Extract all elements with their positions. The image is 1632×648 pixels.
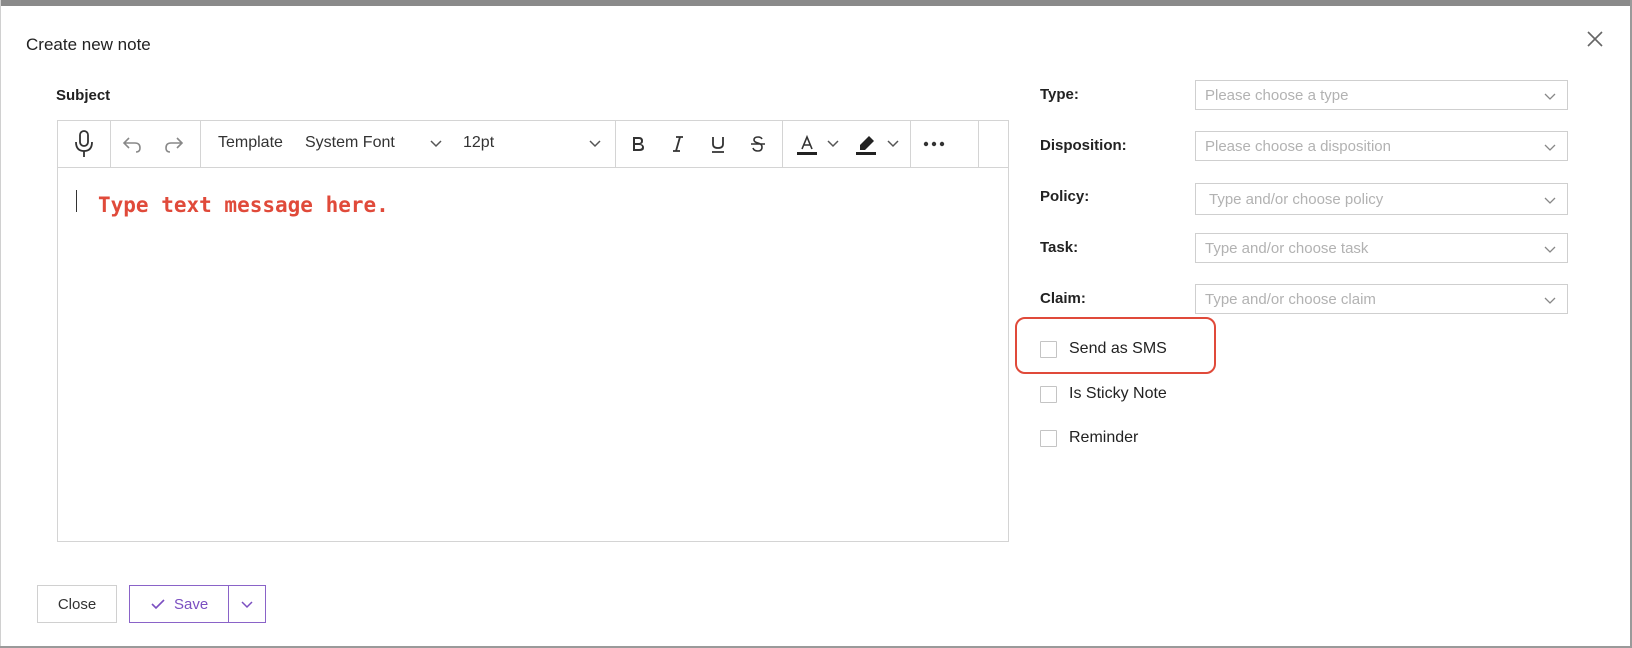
rich-text-editor: Template System Font 12pt Type text mess…: [57, 120, 1009, 542]
save-options-dropdown[interactable]: [229, 586, 265, 622]
task-select[interactable]: Type and/or choose task: [1195, 233, 1568, 263]
reminder-option[interactable]: Reminder: [1040, 429, 1138, 447]
toolbar-separator: [200, 121, 201, 167]
chevron-down-icon: [1544, 197, 1556, 204]
close-button[interactable]: Close: [37, 585, 117, 623]
undo-icon[interactable]: [118, 130, 146, 158]
strikethrough-icon[interactable]: [744, 130, 772, 158]
sticky-note-checkbox[interactable]: [1040, 385, 1057, 403]
save-button-label: Save: [174, 595, 209, 613]
toolbar-separator: [110, 121, 111, 167]
sticky-note-option[interactable]: Is Sticky Note: [1040, 385, 1167, 403]
template-menu[interactable]: Template: [218, 134, 283, 152]
policy-select[interactable]: Type and/or choose policy: [1195, 183, 1568, 215]
chevron-down-icon[interactable]: [429, 136, 443, 150]
chevron-down-icon: [1544, 297, 1556, 304]
save-button-group: Save: [129, 585, 266, 623]
reminder-label: Reminder: [1069, 429, 1139, 446]
chevron-down-icon: [1544, 144, 1556, 151]
toolbar-separator: [978, 121, 979, 167]
redo-icon[interactable]: [160, 130, 188, 158]
type-select[interactable]: Please choose a type: [1195, 80, 1568, 110]
claim-select-placeholder: Type and/or choose claim: [1205, 291, 1376, 308]
bold-icon[interactable]: [624, 130, 652, 158]
sticky-note-label: Is Sticky Note: [1069, 385, 1167, 402]
chevron-down-icon: [1544, 246, 1556, 253]
claim-label: Claim:: [1040, 290, 1086, 307]
send-as-sms-label: Send as SMS: [1069, 340, 1167, 357]
toolbar-separator: [910, 121, 911, 167]
policy-label: Policy:: [1040, 188, 1090, 205]
chevron-down-icon[interactable]: [826, 136, 840, 150]
disposition-select[interactable]: Please choose a disposition: [1195, 131, 1568, 161]
text-cursor: [76, 190, 77, 212]
font-family-select[interactable]: System Font: [305, 134, 395, 152]
save-button[interactable]: Save: [130, 586, 230, 622]
policy-select-placeholder: Type and/or choose policy: [1209, 191, 1384, 208]
font-size-select[interactable]: 12pt: [463, 134, 494, 152]
highlight-color-icon[interactable]: [851, 130, 881, 160]
chevron-down-icon[interactable]: [886, 136, 900, 150]
send-as-sms-option[interactable]: Send as SMS: [1040, 340, 1167, 358]
check-icon: [151, 599, 165, 610]
claim-select[interactable]: Type and/or choose claim: [1195, 284, 1568, 314]
font-color-icon[interactable]: [792, 130, 822, 160]
type-select-placeholder: Please choose a type: [1205, 87, 1349, 104]
reminder-checkbox[interactable]: [1040, 429, 1057, 447]
editor-content-area[interactable]: Type text message here.: [58, 168, 1008, 541]
message-placeholder: Type text message here.: [98, 193, 389, 217]
toolbar-separator: [615, 121, 616, 167]
chevron-down-icon: [1544, 93, 1556, 100]
editor-toolbar: Template System Font 12pt: [58, 121, 1008, 168]
disposition-select-placeholder: Please choose a disposition: [1205, 138, 1391, 155]
chevron-down-icon: [241, 601, 253, 609]
task-label: Task:: [1040, 239, 1079, 256]
type-label: Type:: [1040, 86, 1079, 103]
underline-icon[interactable]: [704, 130, 732, 158]
task-select-placeholder: Type and/or choose task: [1205, 240, 1369, 257]
toolbar-separator: [782, 121, 783, 167]
italic-icon[interactable]: [664, 130, 692, 158]
subject-label: Subject: [56, 87, 111, 104]
disposition-label: Disposition:: [1040, 137, 1127, 154]
microphone-icon[interactable]: [58, 121, 110, 167]
more-icon[interactable]: [918, 130, 950, 158]
chevron-down-icon[interactable]: [588, 136, 602, 150]
dialog-title: Create new note: [26, 35, 151, 54]
send-as-sms-checkbox[interactable]: [1040, 340, 1057, 358]
close-icon[interactable]: [1584, 28, 1606, 50]
